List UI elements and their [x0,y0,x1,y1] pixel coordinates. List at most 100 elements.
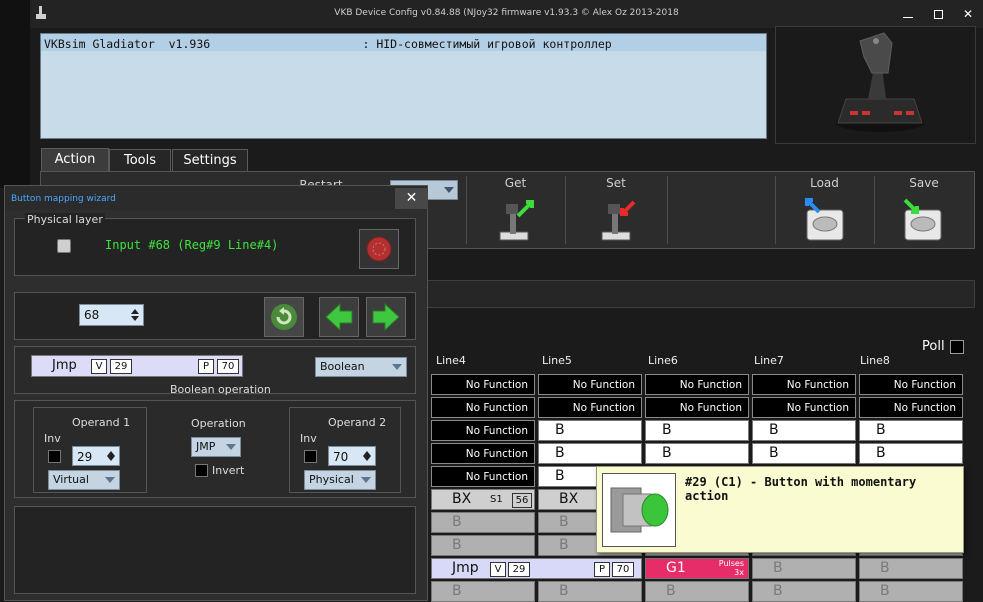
operand2-inv-label: Inv [300,432,317,445]
button-cell[interactable]: B [859,420,963,441]
button-cell-jmp[interactable]: Jmp V 29 P 70 [431,558,642,579]
button-mapping-wizard: Button mapping wizard ✕ Physical layer I… [4,185,428,601]
maximize-icon [933,9,943,19]
button-cell[interactable]: No Function [645,397,749,418]
button-cell[interactable]: No Function [431,443,535,464]
push-button-icon [610,487,669,533]
button-cell[interactable]: B [752,443,856,464]
tab-action[interactable]: Action [41,148,109,172]
chevron-down-icon [105,477,115,483]
button-number-stepper[interactable]: 68 [79,304,144,326]
cell-function: G1 [666,560,686,576]
stepper-down-icon[interactable] [131,316,139,321]
minimize-button[interactable] [893,0,923,28]
button-cell[interactable]: No Function [645,374,749,395]
button-cell[interactable]: B [752,581,856,602]
load-label: Load [810,176,839,190]
set-label: Set [606,176,626,190]
button-cell[interactable]: No Function [752,397,856,418]
set-button[interactable] [594,196,642,244]
virtual-flag: V [490,562,506,577]
operand2-value: 70 [333,450,349,464]
button-cell[interactable]: No Function [538,397,642,418]
button-cell[interactable]: B [752,420,856,441]
next-button[interactable] [366,297,406,337]
operation-label: Operation [191,417,246,430]
operand2-stepper[interactable]: 70 [328,446,376,466]
button-cell[interactable]: B [431,581,535,602]
chevron-down-icon [226,444,236,450]
invert-checkbox[interactable] [195,464,208,477]
button-cell[interactable]: BX S1 56 [431,489,535,510]
button-cell[interactable]: B [859,558,963,579]
load-button[interactable] [801,196,849,244]
operand2-type-select[interactable]: Physical [304,470,376,490]
stepper-down-icon[interactable] [107,456,115,461]
refresh-button[interactable] [264,297,304,337]
button-cell[interactable]: B [645,420,749,441]
column-header-line4: Line4 [436,354,466,367]
button-cell[interactable]: B [431,535,535,556]
operand2-group: Operand 2 Inv 70 Physical [289,407,401,493]
tab-settings[interactable]: Settings [172,149,248,171]
stepper-down-icon[interactable] [363,456,371,461]
button-cell[interactable]: B [538,581,642,602]
button-cell[interactable]: No Function [431,397,535,418]
maximize-button[interactable] [923,0,953,28]
push-button-image [602,473,676,547]
cell-function: BX [452,491,472,507]
button-number-panel: 68 [14,292,416,340]
window-controls: ✕ [893,0,983,28]
joystick-image [775,26,976,144]
button-cell[interactable]: B [538,420,642,441]
operand1-group: Operand 1 Inv 29 Virtual [33,407,147,493]
previous-button[interactable] [319,297,359,337]
button-cell[interactable]: B [752,558,856,579]
save-button[interactable] [899,196,947,244]
poll-checkbox[interactable] [950,340,964,354]
refresh-icon [271,304,297,330]
tab-tools[interactable]: Tools [109,149,171,171]
operand1-stepper[interactable]: 29 [72,446,120,466]
button-cell[interactable]: No Function [431,420,535,441]
virtual-value: 29 [110,359,132,374]
physical-checkbox[interactable] [57,239,71,253]
button-cell[interactable]: No Function [538,374,642,395]
device-info-line[interactable]: VKBsim Gladiator v1.936 : HID-совместимы… [41,34,766,51]
operand1-type-select[interactable]: Virtual [48,470,120,490]
close-button[interactable]: ✕ [953,0,983,28]
function-display[interactable]: Jmp V 29 P 70 [31,355,243,377]
get-button[interactable] [492,196,540,244]
button-cell[interactable]: No Function [431,374,535,395]
button-cell[interactable]: B [859,581,963,602]
save-label: Save [909,176,939,190]
device-info-list[interactable]: VKBsim Gladiator v1.936 : HID-совместимы… [40,33,767,139]
joystick-icon [836,32,924,132]
operand1-value: 29 [77,450,93,464]
button-cell[interactable]: B [538,443,642,464]
disk-load-icon [805,198,844,241]
record-button[interactable] [359,229,399,269]
operand2-type-value: Physical [309,473,354,486]
button-cell[interactable]: B [645,581,749,602]
mode-select[interactable]: Boolean [315,357,407,377]
app-icon [36,6,46,19]
operand1-inv-checkbox[interactable] [48,450,61,463]
button-cell[interactable]: No Function [431,466,535,487]
operand2-inv-checkbox[interactable] [304,450,317,463]
wizard-close-button[interactable]: ✕ [395,188,428,209]
virtual-value: 29 [508,562,530,577]
arrow-right-icon [372,302,400,332]
button-cell[interactable]: B [431,512,535,533]
stepper-up-icon[interactable] [131,309,139,314]
column-header-line7: Line7 [754,354,784,367]
button-cell-g1[interactable]: G1 Pulses 3x [645,558,749,579]
button-cell[interactable]: B [645,443,749,464]
button-cell[interactable]: No Function [859,374,963,395]
button-cell[interactable]: No Function [859,397,963,418]
operation-select[interactable]: JMP [191,437,241,457]
button-cell[interactable]: B [859,443,963,464]
operand1-inv-label: Inv [44,432,61,445]
physical-value: 70 [217,359,239,374]
button-cell[interactable]: No Function [752,374,856,395]
